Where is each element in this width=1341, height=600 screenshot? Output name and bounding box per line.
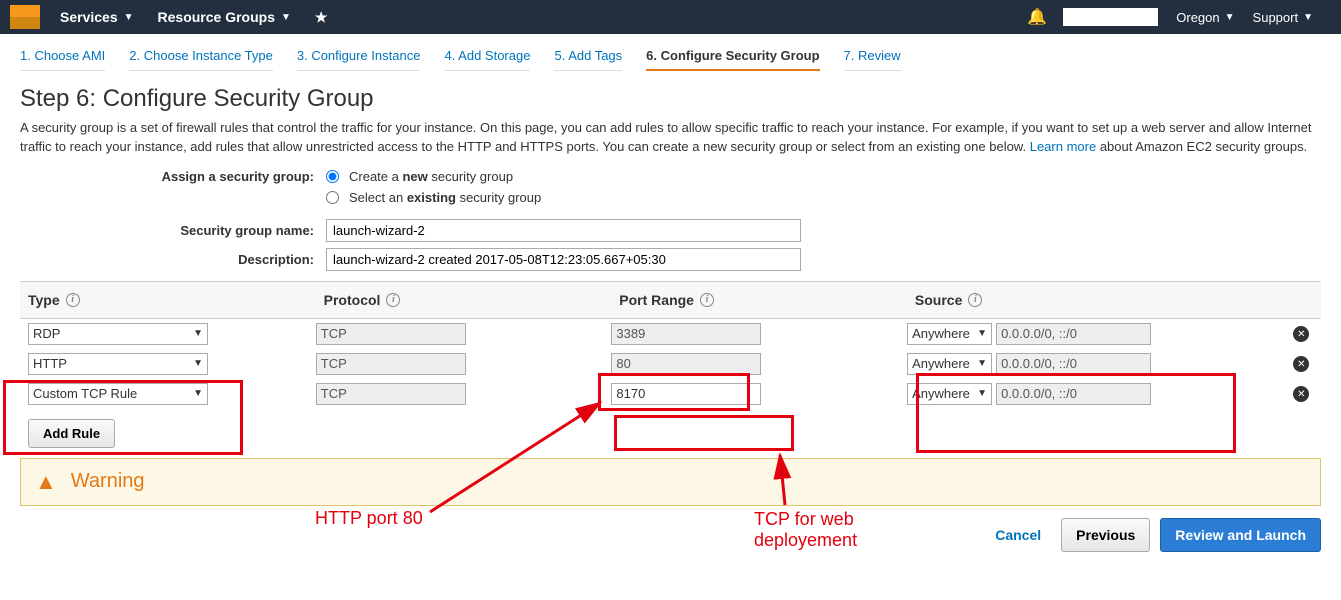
resource-groups-menu[interactable]: Resource Groups ▼ bbox=[158, 9, 291, 25]
delete-rule-button[interactable]: ✕ bbox=[1293, 326, 1309, 342]
warning-icon: ▲ bbox=[35, 469, 57, 495]
protocol-field: TCP bbox=[316, 353, 466, 375]
sg-desc-label: Description: bbox=[20, 252, 326, 267]
caret-down-icon: ▼ bbox=[977, 358, 987, 369]
caret-down-icon: ▼ bbox=[1225, 12, 1235, 23]
tab-choose-ami[interactable]: 1. Choose AMI bbox=[20, 48, 105, 71]
aws-logo-icon[interactable] bbox=[10, 5, 40, 29]
region-menu[interactable]: Oregon ▼ bbox=[1176, 10, 1234, 25]
services-menu[interactable]: Services ▼ bbox=[60, 9, 134, 25]
support-label: Support bbox=[1253, 10, 1299, 25]
tab-security-group[interactable]: 6. Configure Security Group bbox=[646, 48, 819, 71]
source-cidr: 0.0.0.0/0, ::/0 bbox=[996, 383, 1151, 405]
learn-more-link[interactable]: Learn more bbox=[1030, 139, 1096, 154]
page-description: A security group is a set of firewall ru… bbox=[20, 119, 1321, 157]
source-select[interactable]: Anywhere▼ bbox=[907, 323, 992, 345]
warning-box: ▲ Warning bbox=[20, 458, 1321, 506]
table-row: Custom TCP Rule▼ TCP 8170 Anywhere▼ 0.0.… bbox=[20, 379, 1321, 409]
source-select[interactable]: Anywhere▼ bbox=[907, 353, 992, 375]
table-row: RDP▼ TCP 3389 Anywhere▼ 0.0.0.0/0, ::/0 … bbox=[20, 319, 1321, 349]
caret-down-icon: ▼ bbox=[193, 358, 203, 369]
select-existing-radio[interactable] bbox=[326, 191, 339, 204]
protocol-field: TCP bbox=[316, 323, 466, 345]
caret-down-icon: ▼ bbox=[281, 12, 291, 23]
sg-desc-input[interactable] bbox=[326, 248, 801, 271]
warning-label: Warning bbox=[71, 470, 145, 493]
port-field: 3389 bbox=[611, 323, 761, 345]
caret-down-icon: ▼ bbox=[1303, 12, 1313, 23]
col-type: Type bbox=[28, 292, 60, 308]
rules-table: Typei Protocoli Port Rangei Sourcei RDP▼… bbox=[20, 281, 1321, 409]
caret-down-icon: ▼ bbox=[193, 388, 203, 399]
services-label: Services bbox=[60, 9, 118, 25]
review-launch-button[interactable]: Review and Launch bbox=[1160, 518, 1321, 552]
desc-suffix: about Amazon EC2 security groups. bbox=[1100, 139, 1307, 154]
support-menu[interactable]: Support ▼ bbox=[1253, 10, 1313, 25]
col-source: Source bbox=[915, 292, 962, 308]
type-select[interactable]: RDP▼ bbox=[28, 323, 208, 345]
tab-add-tags[interactable]: 5. Add Tags bbox=[554, 48, 622, 71]
protocol-field: TCP bbox=[316, 383, 466, 405]
add-rule-button[interactable]: Add Rule bbox=[28, 419, 115, 448]
caret-down-icon: ▼ bbox=[977, 328, 987, 339]
caret-down-icon: ▼ bbox=[977, 388, 987, 399]
delete-rule-button[interactable]: ✕ bbox=[1293, 356, 1309, 372]
wizard-steps: 1. Choose AMI 2. Choose Instance Type 3.… bbox=[0, 34, 1341, 71]
create-new-label: Create a new security group bbox=[349, 169, 513, 184]
create-new-radio[interactable] bbox=[326, 170, 339, 183]
info-icon[interactable]: i bbox=[66, 293, 80, 307]
info-icon[interactable]: i bbox=[700, 293, 714, 307]
col-protocol: Protocol bbox=[324, 292, 381, 308]
page-title: Step 6: Configure Security Group bbox=[20, 85, 1321, 113]
table-header: Typei Protocoli Port Rangei Sourcei bbox=[20, 282, 1321, 319]
col-port: Port Range bbox=[619, 292, 694, 308]
type-select[interactable]: Custom TCP Rule▼ bbox=[28, 383, 208, 405]
port-field: 80 bbox=[611, 353, 761, 375]
source-cidr: 0.0.0.0/0, ::/0 bbox=[996, 353, 1151, 375]
caret-down-icon: ▼ bbox=[124, 12, 134, 23]
type-select[interactable]: HTTP▼ bbox=[28, 353, 208, 375]
tab-review[interactable]: 7. Review bbox=[844, 48, 901, 71]
cancel-button[interactable]: Cancel bbox=[985, 519, 1051, 551]
account-box[interactable] bbox=[1063, 8, 1158, 26]
resource-groups-label: Resource Groups bbox=[158, 9, 275, 25]
delete-rule-button[interactable]: ✕ bbox=[1293, 386, 1309, 402]
table-row: HTTP▼ TCP 80 Anywhere▼ 0.0.0.0/0, ::/0 ✕ bbox=[20, 349, 1321, 379]
top-nav: Services ▼ Resource Groups ▼ ★ 🔔 Oregon … bbox=[0, 0, 1341, 34]
source-cidr: 0.0.0.0/0, ::/0 bbox=[996, 323, 1151, 345]
tab-instance-type[interactable]: 2. Choose Instance Type bbox=[129, 48, 273, 71]
tab-configure-instance[interactable]: 3. Configure Instance bbox=[297, 48, 421, 71]
info-icon[interactable]: i bbox=[386, 293, 400, 307]
select-existing-label: Select an existing security group bbox=[349, 190, 541, 205]
sg-name-input[interactable] bbox=[326, 219, 801, 242]
info-icon[interactable]: i bbox=[968, 293, 982, 307]
source-select[interactable]: Anywhere▼ bbox=[907, 383, 992, 405]
region-label: Oregon bbox=[1176, 10, 1219, 25]
tab-add-storage[interactable]: 4. Add Storage bbox=[444, 48, 530, 71]
previous-button[interactable]: Previous bbox=[1061, 518, 1150, 552]
main-content: Step 6: Configure Security Group A secur… bbox=[0, 71, 1341, 458]
pin-icon[interactable]: ★ bbox=[315, 9, 328, 26]
notifications-icon[interactable]: 🔔 bbox=[1027, 7, 1047, 27]
port-input[interactable]: 8170 bbox=[611, 383, 761, 405]
caret-down-icon: ▼ bbox=[193, 328, 203, 339]
footer-actions: Cancel Previous Review and Launch bbox=[0, 506, 1341, 564]
assign-label: Assign a security group: bbox=[20, 169, 326, 184]
sg-name-label: Security group name: bbox=[20, 223, 326, 238]
